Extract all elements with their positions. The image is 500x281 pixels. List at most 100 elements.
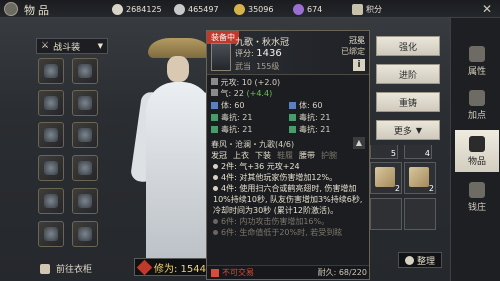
- item-score: 评分: 1436: [235, 48, 282, 59]
- equip-slot-belt[interactable]: [38, 122, 64, 148]
- stat-line: 气: 22 (+4.4): [211, 88, 367, 99]
- set-effect: 2件: 气+36 元攻+24: [211, 161, 367, 172]
- points[interactable]: 积分: [352, 3, 382, 15]
- currency-value: 35096: [248, 4, 274, 14]
- currency-jade[interactable]: 2684125: [112, 3, 162, 15]
- close-icon[interactable]: ✕: [480, 2, 494, 16]
- purple-gem-icon: [293, 3, 304, 15]
- character-hat: [148, 38, 210, 58]
- collapse-icon[interactable]: ▲: [353, 137, 365, 149]
- chevron-down-icon: ▼: [415, 125, 423, 135]
- inventory-slot[interactable]: 2: [404, 162, 436, 194]
- item-level: 武当 155级: [235, 62, 280, 71]
- sword-icon: ⚔: [41, 41, 50, 51]
- gem-stat: 毒抗: 21: [289, 123, 367, 135]
- currency-gold[interactable]: 35096: [234, 3, 273, 15]
- gem-icon: [289, 101, 296, 109]
- inventory-slot[interactable]: [370, 198, 402, 230]
- tooltip-footer: 不可交易 耐久: 68/220: [207, 265, 369, 279]
- durability: 耐久: 68/220: [317, 268, 367, 277]
- gem-stat: 毒抗: 21: [211, 111, 289, 123]
- gem-icon: [211, 101, 218, 109]
- attributes-icon: [469, 45, 485, 62]
- advance-button[interactable]: 进阶: [376, 64, 440, 84]
- bag-icon: [4, 2, 18, 16]
- equip-slot-shoulder[interactable]: [72, 58, 98, 84]
- currency-gem[interactable]: 674: [293, 3, 322, 15]
- gem-stat: 毒抗: 21: [289, 111, 367, 123]
- cultivation-icon: [136, 259, 153, 275]
- tab-items[interactable]: 物品: [455, 130, 499, 172]
- closet-button[interactable]: 前往衣柜: [40, 262, 92, 275]
- equip-slot-ring2[interactable]: [72, 188, 98, 214]
- points-alloc-icon: [469, 89, 485, 106]
- stat-line: 元攻: 10 (+2.0): [211, 77, 367, 88]
- equip-slot-hat[interactable]: [38, 58, 64, 84]
- scroll-item-icon: [375, 167, 395, 187]
- inventory-slot[interactable]: 4: [404, 145, 432, 159]
- gem-icon: [211, 125, 218, 133]
- item-name: 九歌・秋水冠: [235, 38, 290, 48]
- reforge-button[interactable]: 重铸: [376, 92, 440, 112]
- equip-slot-charm[interactable]: [72, 221, 98, 247]
- equip-slot-bracer[interactable]: [72, 122, 98, 148]
- scroll-item-icon: [409, 167, 429, 187]
- info-icon[interactable]: i: [353, 59, 365, 71]
- gold-coin-icon: [234, 3, 245, 15]
- gem-icon: [211, 113, 218, 121]
- set-parts: 发冠 上衣 下装 鞋履 腰带 护腕: [211, 150, 367, 161]
- currency-silver[interactable]: 465497: [174, 3, 219, 15]
- currency-value: 2684125: [126, 4, 162, 14]
- gem-icon: [289, 113, 296, 121]
- item-portrait: [211, 43, 231, 71]
- equip-slot-helmet[interactable]: [38, 90, 64, 116]
- gem-icon: [289, 125, 296, 133]
- tab-attributes[interactable]: 属性: [455, 40, 499, 82]
- outfit-dropdown-label: 战斗装: [53, 42, 81, 53]
- set-part: 下装: [255, 151, 271, 160]
- set-part: 上衣: [233, 151, 249, 160]
- arrange-button[interactable]: 整理: [398, 252, 442, 268]
- lock-icon: [211, 268, 219, 277]
- wardrobe-icon: [40, 263, 50, 274]
- silver-coin-icon: [174, 3, 185, 15]
- gem-grid: 体: 60 体: 60 毒抗: 21 毒抗: 21 毒抗: 21 毒抗: 21: [211, 99, 367, 135]
- set-part: 发冠: [211, 151, 227, 160]
- stat-icon: [211, 78, 218, 85]
- no-trade-flag: 不可交易: [211, 267, 254, 278]
- set-part: 护腕: [321, 151, 337, 160]
- item-tooltip: 装备中 九歌・秋水冠 冠冕 已绑定 评分: 1436 武当 155级 i 元攻:…: [206, 30, 370, 280]
- more-button[interactable]: 更多 ▼: [376, 120, 440, 140]
- set-effect: 6件: 内功攻击伤害增加16%。: [211, 216, 367, 227]
- set-part: 鞋履: [277, 151, 293, 160]
- currency-value: 465497: [188, 4, 219, 14]
- equip-slot-shoes[interactable]: [72, 155, 98, 181]
- equip-slot-necklace[interactable]: [38, 221, 64, 247]
- currency-value: 674: [307, 4, 323, 14]
- closet-label: 前往衣柜: [56, 265, 93, 275]
- top-bar: 物品 2684125 465497 35096 674 积分 ✕: [0, 0, 500, 18]
- inventory-slot[interactable]: [404, 198, 436, 230]
- page-title: 物品: [24, 4, 52, 17]
- item-slot-type: 冠冕: [349, 36, 365, 45]
- inventory-slot[interactable]: 2: [370, 162, 402, 194]
- equip-slot-ring[interactable]: [38, 188, 64, 214]
- equip-slot-top[interactable]: [72, 90, 98, 116]
- outfit-dropdown[interactable]: ⚔ 战斗装 ▼: [36, 38, 108, 54]
- tab-bank[interactable]: 钱庄: [455, 176, 499, 218]
- chevron-down-icon: ▼: [97, 42, 103, 50]
- character-robe: [146, 82, 212, 272]
- right-tab-bar: 属性 加点 物品 钱庄: [450, 18, 500, 281]
- enhance-button[interactable]: 强化: [376, 36, 440, 56]
- gem-stat: 毒抗: 21: [211, 123, 289, 135]
- equip-slot-pants[interactable]: [38, 155, 64, 181]
- tooltip-body: 元攻: 10 (+2.0) 气: 22 (+4.4) 体: 60 体: 60 毒…: [211, 77, 367, 238]
- inventory-slot[interactable]: 5: [370, 145, 398, 159]
- points-icon: [352, 3, 363, 15]
- bank-icon: [469, 181, 485, 198]
- gear-icon: [404, 255, 414, 265]
- set-name: 春风・沧澜・九歌(4/6): [211, 140, 295, 149]
- cultivation-label: 修为: 1544: [154, 263, 206, 275]
- tab-points[interactable]: 加点: [455, 84, 499, 126]
- set-effect: 6件: 生命值低于20%时, 若受到眩: [211, 227, 367, 238]
